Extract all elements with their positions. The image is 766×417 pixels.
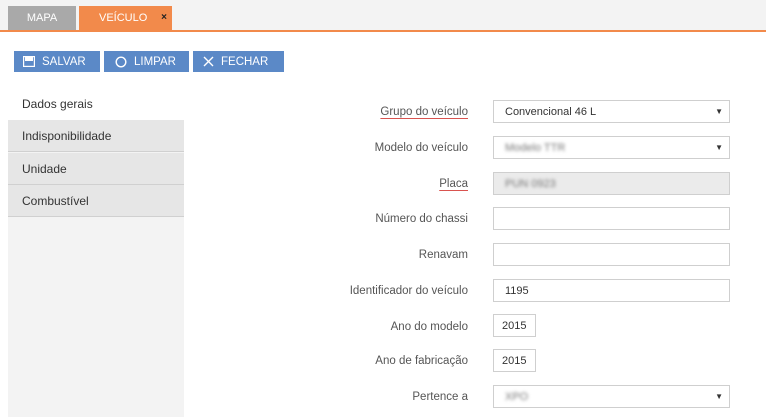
chassi-label: Número do chassi: [375, 213, 468, 225]
nav-item-dados-gerais[interactable]: Dados gerais: [8, 88, 184, 120]
placa-label: Placa: [439, 178, 468, 190]
close-tab-icon[interactable]: ×: [161, 12, 167, 23]
close-button-label: FECHAR: [221, 55, 269, 68]
ano-modelo-label: Ano do modelo: [390, 321, 468, 333]
identificador-field[interactable]: 1195: [493, 279, 730, 302]
placa-field: PUN 0923: [493, 172, 730, 195]
save-button[interactable]: SALVAR: [14, 51, 100, 72]
modelo-select[interactable]: Modelo TTR ▼: [493, 136, 730, 159]
close-button[interactable]: FECHAR: [193, 51, 284, 72]
clear-button[interactable]: LIMPAR: [104, 51, 189, 72]
grupo-value: Convencional 46 L: [505, 105, 597, 118]
chassi-field[interactable]: [493, 207, 730, 230]
clear-button-label: LIMPAR: [134, 55, 176, 68]
side-nav: Dados gerais Indisponibilidade Unidade C…: [8, 88, 184, 417]
tab-accent-line: [0, 30, 766, 32]
nav-item-unidade[interactable]: Unidade: [8, 153, 184, 185]
close-icon: [203, 56, 214, 67]
grupo-label: Grupo do veículo: [380, 106, 468, 118]
renavam-label: Renavam: [418, 249, 468, 261]
save-icon: [23, 56, 35, 67]
ano-modelo-value: 2015: [502, 319, 527, 332]
nav-item-indisponibilidade[interactable]: Indisponibilidade: [8, 120, 184, 152]
nav-item-combustivel[interactable]: Combustível: [8, 185, 184, 217]
identificador-value: 1195: [505, 284, 529, 297]
tab-veiculo-label: VEÍCULO: [99, 12, 148, 24]
chevron-down-icon: ▼: [715, 392, 723, 401]
tab-veiculo[interactable]: VEÍCULO ×: [79, 6, 172, 30]
tab-bar: MAPA VEÍCULO ×: [0, 0, 766, 30]
renavam-field[interactable]: [493, 243, 730, 266]
grupo-select[interactable]: Convencional 46 L ▼: [493, 100, 730, 123]
pertence-select[interactable]: XPO ▼: [493, 385, 730, 408]
modelo-value: Modelo TTR: [505, 141, 566, 154]
placa-value: PUN 0923: [505, 177, 556, 190]
ano-fabricacao-label: Ano de fabricação: [375, 355, 468, 367]
chevron-down-icon: ▼: [715, 107, 723, 116]
ano-modelo-field[interactable]: 2015: [493, 314, 536, 337]
modelo-label: Modelo do veículo: [374, 142, 468, 154]
tab-mapa[interactable]: MAPA: [8, 6, 76, 30]
save-button-label: SALVAR: [42, 55, 86, 68]
identificador-label: Identificador do veículo: [349, 285, 468, 297]
pertence-label: Pertence a: [412, 391, 468, 403]
ano-fabricacao-value: 2015: [502, 354, 527, 367]
chevron-down-icon: ▼: [715, 143, 723, 152]
ano-fabricacao-field[interactable]: 2015: [493, 349, 536, 372]
pertence-value: XPO: [505, 390, 529, 403]
circle-icon: [115, 55, 127, 68]
